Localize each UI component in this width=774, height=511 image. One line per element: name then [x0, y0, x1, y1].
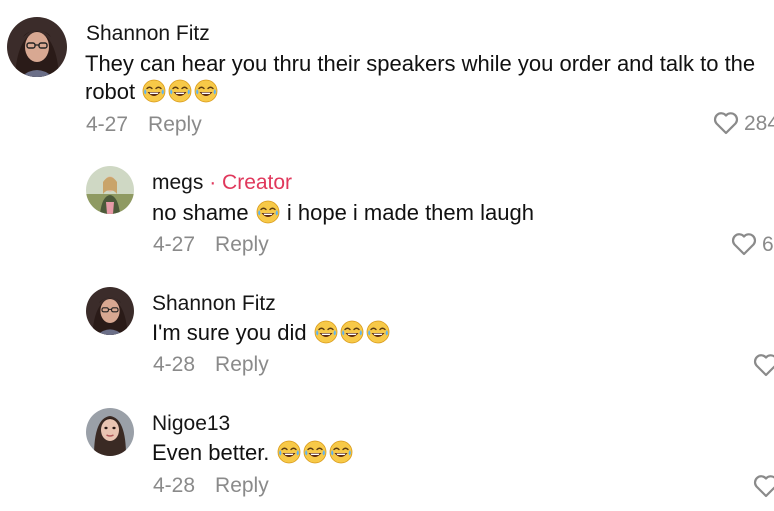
comment-item: Nigoe13 Even better. 4-28 Reply — [0, 390, 774, 511]
comment-meta: 4-27 Reply — [86, 114, 202, 135]
creator-badge: · Creator — [209, 171, 293, 194]
comment-text: They can hear you thru their speakers wh… — [85, 50, 755, 106]
joy-emoji — [194, 79, 218, 103]
comment-text-part: no shame — [152, 200, 249, 225]
heart-outline-icon[interactable] — [752, 473, 774, 499]
joy-emoji — [168, 79, 192, 103]
comment-date: 4-27 — [153, 233, 196, 256]
avatar[interactable] — [7, 17, 67, 77]
comment-author[interactable]: Nigoe13 — [152, 413, 230, 434]
joy-emoji — [277, 440, 301, 464]
comment-author-row: megs · Creator — [152, 172, 292, 193]
comment-meta: 4-28 Reply — [153, 354, 269, 375]
comment-text-part: I'm sure you did — [152, 320, 307, 345]
comment-text: Even better. — [152, 439, 354, 467]
reply-button[interactable]: Reply — [215, 353, 269, 376]
avatar[interactable] — [86, 287, 134, 335]
comment-item: Shannon Fitz They can hear you thru thei… — [0, 0, 774, 150]
comment-text: I'm sure you did — [152, 319, 391, 347]
comment-text: no shame i hope i made them laugh — [152, 199, 534, 227]
like-count: 6 — [762, 232, 774, 256]
heart-outline-icon[interactable] — [752, 352, 774, 378]
comment-text-line: robot — [85, 79, 136, 104]
comment-text-part: Even better. — [152, 440, 270, 465]
comment-meta: 4-27 Reply — [153, 234, 269, 255]
joy-emoji — [142, 79, 166, 103]
comment-item: Shannon Fitz I'm sure you did 4-28 Reply — [0, 270, 774, 390]
avatar[interactable] — [86, 408, 134, 456]
joy-emoji — [256, 200, 280, 224]
joy-emoji — [366, 320, 390, 344]
comment-text-line: They can hear you thru their speakers wh… — [85, 51, 756, 76]
comment-date: 4-28 — [153, 474, 196, 497]
reply-button[interactable]: Reply — [148, 113, 202, 136]
like-button[interactable] — [752, 352, 774, 378]
joy-emoji — [303, 440, 327, 464]
avatar[interactable] — [86, 166, 134, 214]
comment-author[interactable]: megs — [152, 171, 203, 194]
heart-outline-icon[interactable] — [730, 231, 758, 257]
comment-text-part: i hope i made them laugh — [286, 200, 534, 225]
joy-emoji — [314, 320, 338, 344]
like-count: 284 — [744, 111, 774, 135]
comment-author[interactable]: Shannon Fitz — [86, 23, 210, 44]
comment-thread: Shannon Fitz They can hear you thru thei… — [0, 0, 774, 511]
reply-button[interactable]: Reply — [215, 233, 269, 256]
like-button[interactable]: 6 — [730, 231, 774, 257]
like-button[interactable]: 284 — [712, 110, 774, 136]
joy-emoji — [340, 320, 364, 344]
heart-outline-icon[interactable] — [712, 110, 740, 136]
comment-meta: 4-28 Reply — [153, 475, 269, 496]
comment-date: 4-28 — [153, 353, 196, 376]
like-button[interactable] — [752, 473, 774, 499]
comment-item: megs · Creator no shame i hope i made th… — [0, 150, 774, 270]
comment-author[interactable]: Shannon Fitz — [152, 293, 276, 314]
joy-emoji — [329, 440, 353, 464]
reply-button[interactable]: Reply — [215, 474, 269, 497]
comment-date: 4-27 — [86, 113, 129, 136]
